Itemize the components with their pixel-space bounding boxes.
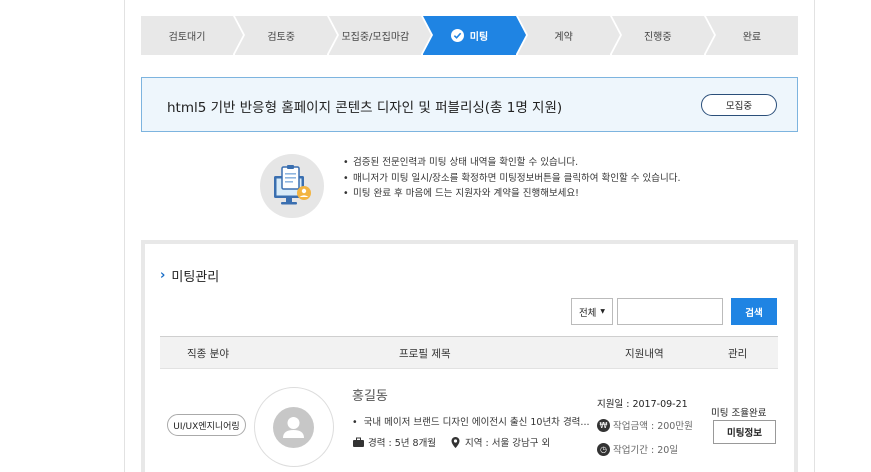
step-in-progress: 진행중 <box>611 16 716 55</box>
section-title-label: 미팅관리 <box>171 270 220 285</box>
project-banner: html5 기반 반응형 홈페이지 콘텐츠 디자인 및 퍼블리싱(총 1명 지원… <box>141 77 798 132</box>
search-button[interactable]: 검색 <box>731 298 777 325</box>
info-item: 미팅 완료 후 마음에 드는 지원자와 계약을 진행해보세요! <box>343 186 681 202</box>
step-label: 검토대기 <box>168 32 206 43</box>
clock-icon: ◷ <box>597 442 610 456</box>
fee-text: 작업금액 : 200만원 <box>613 421 693 432</box>
step-label: 완료 <box>742 32 762 43</box>
bullet-icon: • <box>352 417 361 428</box>
column-header: 직종 분야 <box>187 348 229 360</box>
chevron-right-icon: › <box>160 268 166 283</box>
step-contract: 계약 <box>517 16 622 55</box>
meeting-info-button[interactable]: 미팅정보 <box>713 420 776 444</box>
step-recruiting: 모집중/모집마감 <box>329 16 434 55</box>
step-meeting: 미팅 <box>423 16 528 55</box>
filter-selected-value: 전체 <box>578 307 597 319</box>
won-icon: ₩ <box>597 418 610 432</box>
category-badge: UI/UX엔지니어링 <box>167 414 246 436</box>
step-label: 모집중/모집마감 <box>341 32 410 43</box>
step-label: 검토중 <box>267 32 296 43</box>
search-input[interactable] <box>617 298 723 325</box>
region-text: 지역 : 서울 강남구 외 <box>465 438 551 449</box>
info-item: 검증된 전문인력과 미팅 상태 내역을 확인할 수 있습니다. <box>343 155 681 171</box>
step-complete: 완료 <box>705 16 798 55</box>
user-avatar-icon <box>273 407 314 448</box>
region-meta: 지역 : 서울 강남구 외 <box>449 435 550 449</box>
step-label: 미팅 <box>469 32 489 43</box>
fee-meta: ₩ 작업금액 : 200만원 <box>597 418 693 432</box>
info-list: 검증된 전문인력과 미팅 상태 내역을 확인할 수 있습니다. 매니저가 미팅 … <box>343 155 681 202</box>
briefcase-icon <box>352 436 365 449</box>
table-header: 직종 분야 프로필 제목 지원내역 관리 <box>160 336 778 369</box>
location-pin-icon <box>449 436 462 449</box>
project-title: html5 기반 반응형 홈페이지 콘텐츠 디자인 및 퍼블리싱(총 1명 지원… <box>167 100 563 116</box>
profile-summary: • 국내 메이저 브랜드 디자인 에이전시 출신 10년차 경력... <box>352 414 589 428</box>
recruit-status-button[interactable]: 모집중 <box>701 94 777 116</box>
apply-date: 지원일 : 2017-09-21 <box>597 399 688 410</box>
clipboard-monitor-icon <box>260 154 324 218</box>
step-label: 계약 <box>554 32 573 43</box>
career-text: 경력 : 5년 8개월 <box>368 438 437 449</box>
section-title: › 미팅관리 <box>160 266 219 285</box>
career-meta: 경력 : 5년 8개월 <box>352 435 436 449</box>
profile-summary-text: 국내 메이저 브랜드 디자인 에이전시 출신 10년차 경력... <box>363 417 590 428</box>
column-header: 지원내역 <box>625 348 664 360</box>
period-meta: ◷ 작업기간 : 20일 <box>597 442 678 456</box>
step-review-waiting: 검토대기 <box>141 16 246 55</box>
caret-down-icon: ▼ <box>600 308 606 315</box>
info-item: 매니저가 미팅 일시/장소를 확정하면 미팅정보버튼을 클릭하여 확인할 수 있… <box>343 171 681 187</box>
filter-select[interactable]: 전체 ▼ <box>571 298 613 325</box>
check-circle-icon <box>450 29 464 42</box>
meeting-status: 미팅 조율완료 <box>711 408 767 419</box>
step-label: 진행중 <box>643 32 672 43</box>
column-header: 관리 <box>728 348 748 360</box>
column-header: 프로필 제목 <box>399 348 451 360</box>
step-reviewing: 검토중 <box>235 16 340 55</box>
period-text: 작업기간 : 20일 <box>613 445 679 456</box>
applicant-name[interactable]: 홍길동 <box>352 385 388 404</box>
progress-steps: 검토대기 검토중 모집중/모집마감 미팅 계약 진행중 완료 <box>141 16 798 55</box>
